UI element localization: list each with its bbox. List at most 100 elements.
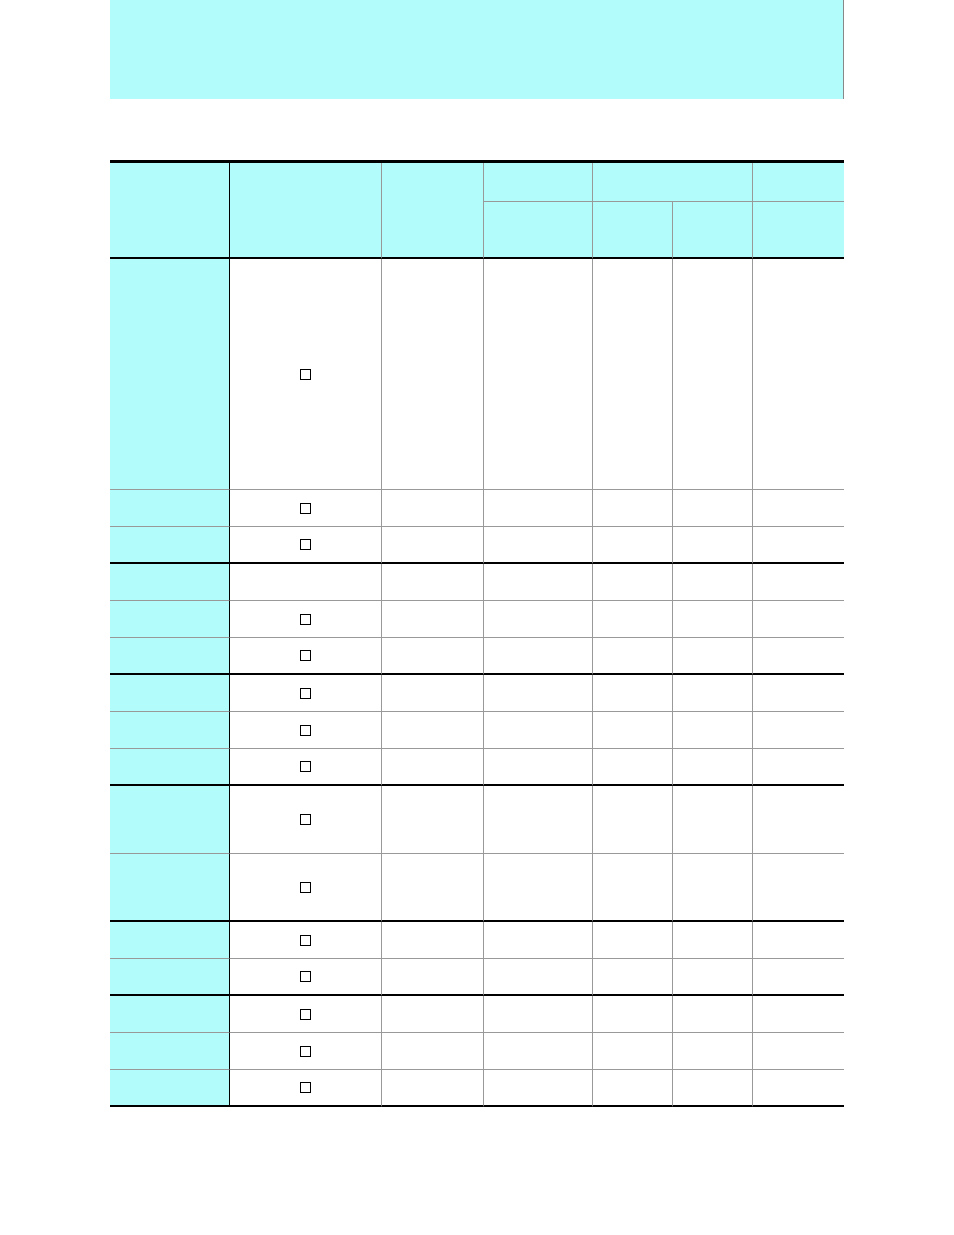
table-cell xyxy=(230,601,382,638)
table-cell xyxy=(230,1033,382,1070)
checkbox-icon[interactable] xyxy=(300,935,311,946)
checkbox-icon[interactable] xyxy=(300,1082,311,1093)
table-cell xyxy=(593,922,673,959)
table-cell xyxy=(382,1033,484,1070)
table-cell xyxy=(593,996,673,1033)
checkbox-icon[interactable] xyxy=(300,971,311,982)
checkbox-icon[interactable] xyxy=(300,650,311,661)
table-cell xyxy=(484,749,593,786)
table-cell xyxy=(382,675,484,712)
checkbox-icon[interactable] xyxy=(300,688,311,699)
table-cell xyxy=(382,749,484,786)
table-cell xyxy=(753,527,844,564)
table-cell xyxy=(753,1033,844,1070)
table-row xyxy=(110,564,844,601)
table-cell xyxy=(110,564,230,601)
table-cell xyxy=(673,259,753,490)
table-cell xyxy=(593,601,673,638)
table-cell xyxy=(673,959,753,996)
table-cell xyxy=(753,1070,844,1107)
header-cell xyxy=(484,163,593,202)
header-cell xyxy=(593,163,753,202)
table-cell xyxy=(593,1033,673,1070)
table-cell xyxy=(230,675,382,712)
table-cell xyxy=(110,996,230,1033)
table-cell xyxy=(593,854,673,922)
table-row xyxy=(110,1070,844,1107)
table-cell xyxy=(673,749,753,786)
header-cell xyxy=(673,202,753,259)
table-cell xyxy=(484,527,593,564)
table-cell xyxy=(382,922,484,959)
table-cell xyxy=(593,675,673,712)
checkbox-icon[interactable] xyxy=(300,761,311,772)
table-cell xyxy=(593,564,673,601)
table-cell xyxy=(484,675,593,712)
table-row xyxy=(110,996,844,1033)
table-cell xyxy=(484,1033,593,1070)
table-cell xyxy=(382,601,484,638)
table-cell xyxy=(484,601,593,638)
table-cell xyxy=(753,638,844,675)
table-cell xyxy=(673,786,753,854)
header-cell xyxy=(110,163,230,259)
table-cell xyxy=(382,1070,484,1107)
table-cell xyxy=(484,638,593,675)
checkbox-icon[interactable] xyxy=(300,814,311,825)
table-cell xyxy=(230,749,382,786)
table-header xyxy=(110,163,844,259)
table-cell xyxy=(230,1070,382,1107)
table-cell xyxy=(593,490,673,527)
table-cell xyxy=(110,1033,230,1070)
table-cell xyxy=(382,564,484,601)
table-row xyxy=(110,959,844,996)
table-cell xyxy=(484,922,593,959)
checkbox-icon[interactable] xyxy=(300,882,311,893)
table-cell xyxy=(673,564,753,601)
table-cell xyxy=(382,259,484,490)
table-cell xyxy=(382,712,484,749)
table-cell xyxy=(110,922,230,959)
table-cell xyxy=(230,786,382,854)
checkbox-icon[interactable] xyxy=(300,503,311,514)
table-cell xyxy=(110,854,230,922)
table-cell xyxy=(753,786,844,854)
table-cell xyxy=(673,490,753,527)
table-cell xyxy=(593,749,673,786)
table-cell xyxy=(110,259,230,490)
table-cell xyxy=(110,712,230,749)
checkbox-icon[interactable] xyxy=(300,1046,311,1057)
table-row xyxy=(110,712,844,749)
table-cell xyxy=(753,712,844,749)
header-cell xyxy=(484,202,593,259)
table-cell xyxy=(230,527,382,564)
table-cell xyxy=(382,854,484,922)
table-cell xyxy=(230,712,382,749)
header-cell xyxy=(230,163,382,259)
header-box xyxy=(110,0,844,99)
table-cell xyxy=(593,638,673,675)
table-row xyxy=(110,675,844,712)
header-cell xyxy=(382,163,484,259)
table-cell xyxy=(593,527,673,564)
checkbox-icon[interactable] xyxy=(300,725,311,736)
table-row xyxy=(110,749,844,786)
table-cell xyxy=(753,564,844,601)
table-cell xyxy=(673,922,753,959)
table-cell xyxy=(753,996,844,1033)
table-cell xyxy=(110,490,230,527)
table-body xyxy=(110,259,844,1107)
checkbox-icon[interactable] xyxy=(300,1009,311,1020)
table-cell xyxy=(110,675,230,712)
table-cell xyxy=(484,959,593,996)
checkbox-icon[interactable] xyxy=(300,369,311,380)
table-row xyxy=(110,1033,844,1070)
table-cell xyxy=(110,601,230,638)
table-cell xyxy=(593,786,673,854)
table-row xyxy=(110,490,844,527)
table-cell xyxy=(753,959,844,996)
checkbox-icon[interactable] xyxy=(300,539,311,550)
table-cell xyxy=(230,490,382,527)
table-cell xyxy=(593,959,673,996)
checkbox-icon[interactable] xyxy=(300,614,311,625)
